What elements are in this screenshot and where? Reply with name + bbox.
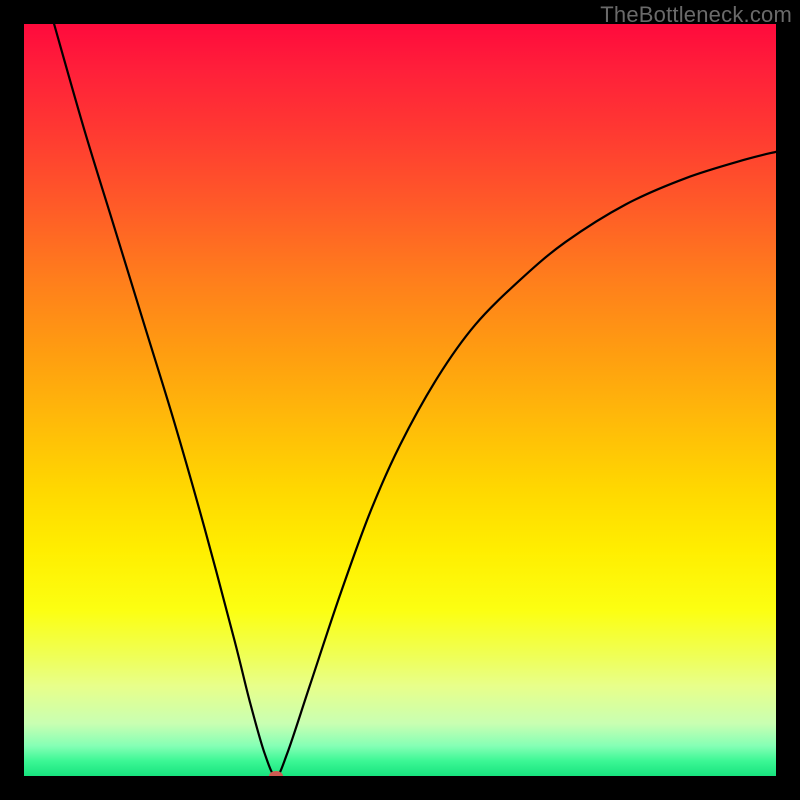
plot-area <box>24 24 776 776</box>
watermark-text: TheBottleneck.com <box>600 2 792 28</box>
chart-frame: TheBottleneck.com <box>0 0 800 800</box>
curve-svg <box>24 24 776 776</box>
bottleneck-curve <box>54 24 776 776</box>
minimum-marker <box>269 771 283 776</box>
